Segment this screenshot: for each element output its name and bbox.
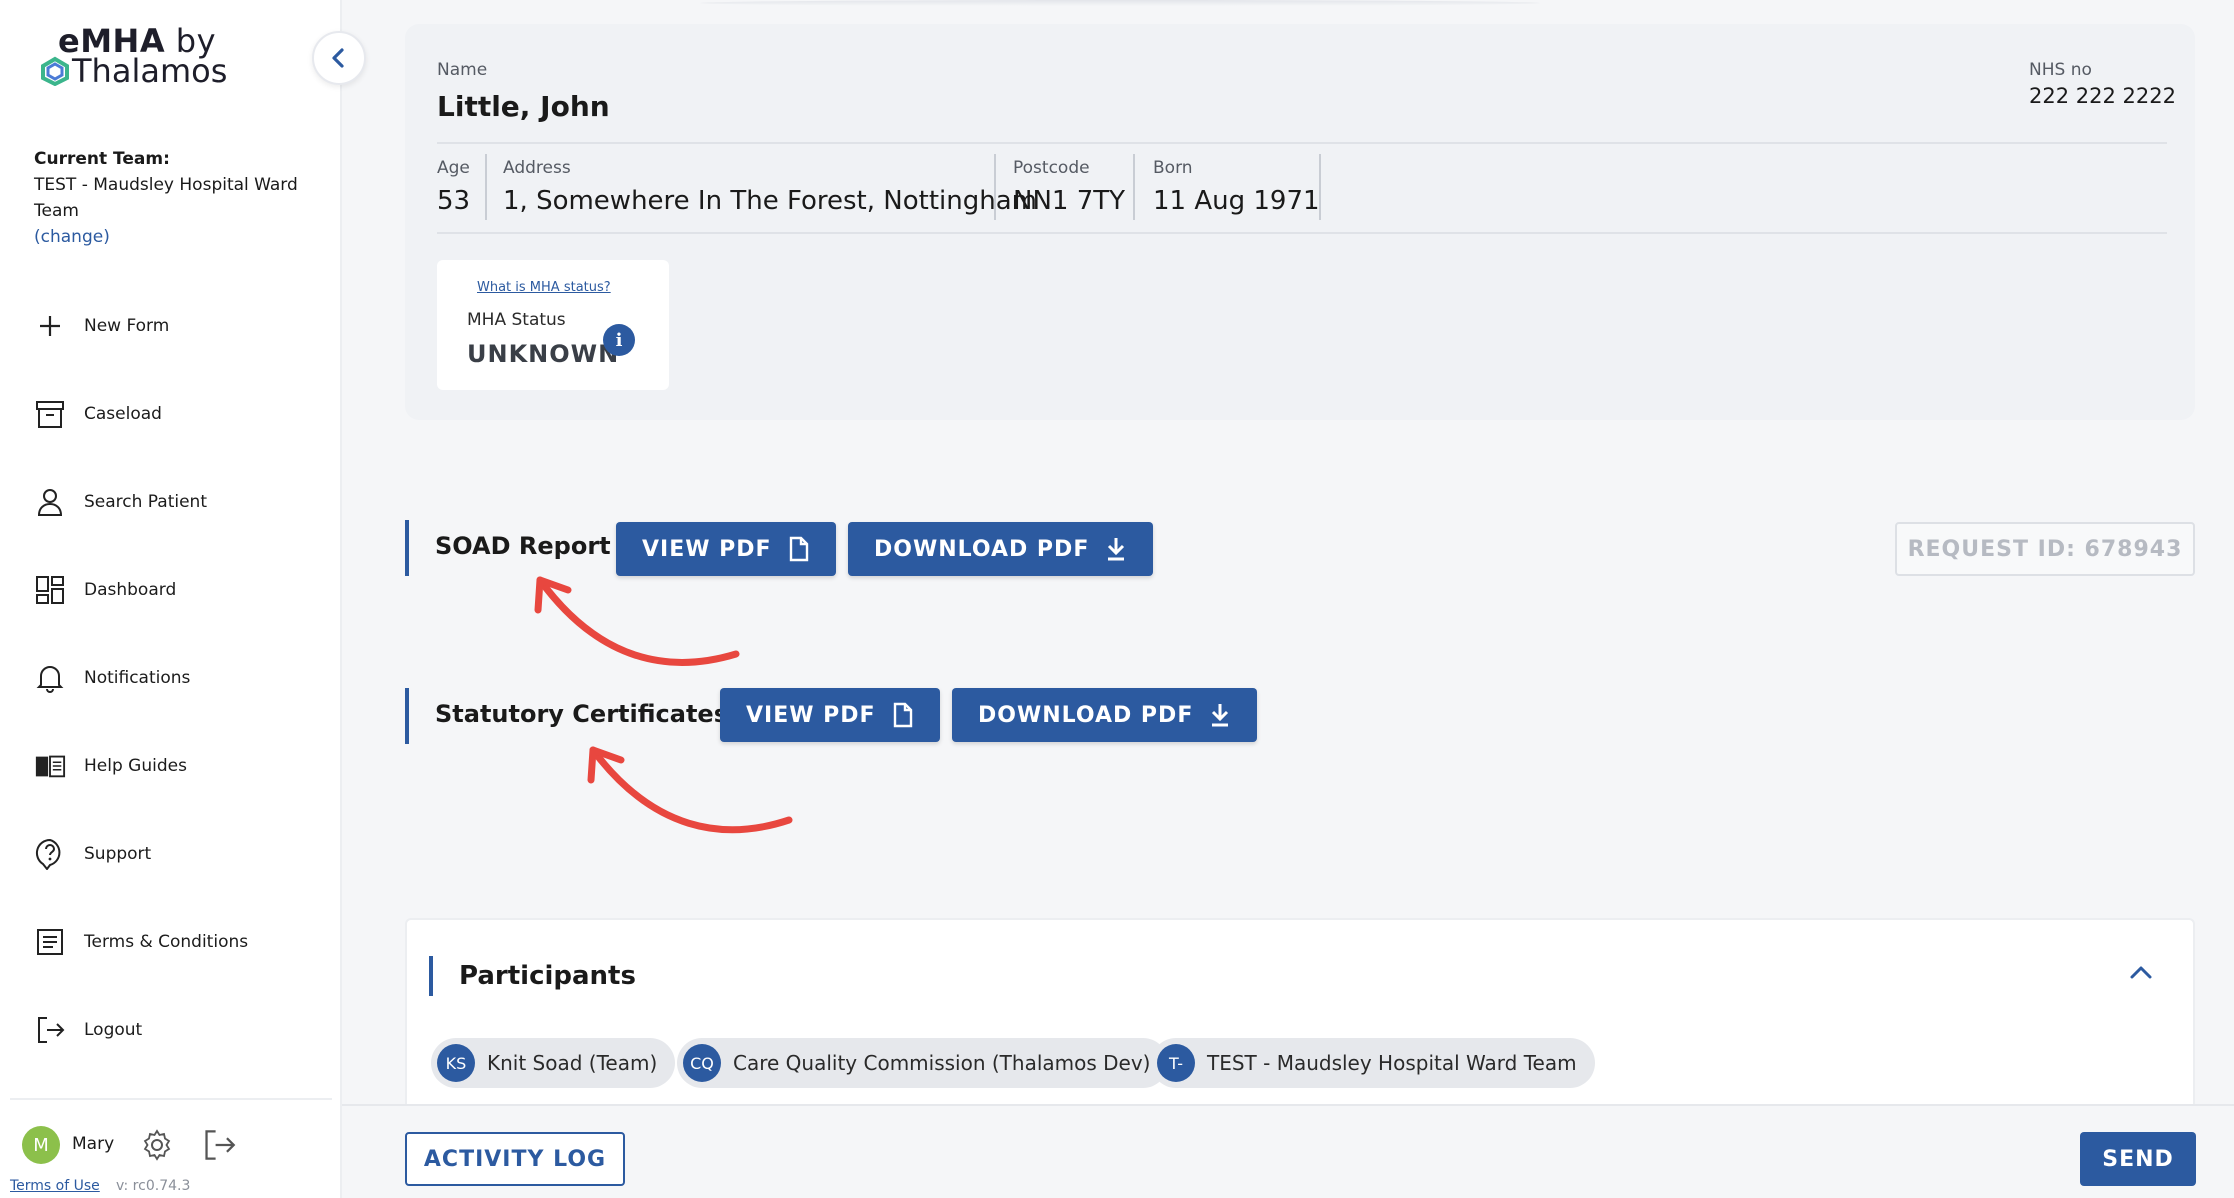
mha-status-value: UNKNOWN bbox=[467, 340, 620, 368]
address-value: 1, Somewhere In The Forest, Nottingham bbox=[503, 186, 1037, 216]
dashboard-grid-icon bbox=[34, 574, 66, 606]
participant-chip[interactable]: KS Knit Soad (Team) bbox=[431, 1038, 676, 1088]
separator bbox=[485, 154, 487, 220]
age-value: 53 bbox=[437, 186, 471, 216]
soad-report-title: SOAD Report bbox=[435, 532, 611, 560]
participant-initials: CQ bbox=[683, 1044, 721, 1082]
nav-help-guides[interactable]: Help Guides bbox=[34, 744, 187, 788]
divider bbox=[437, 232, 2167, 234]
chevron-up-icon[interactable] bbox=[2129, 964, 2153, 984]
postcode-label: Postcode bbox=[1013, 158, 1090, 178]
separator bbox=[994, 154, 996, 220]
nav-support[interactable]: Support bbox=[34, 832, 151, 876]
participant-initials: T- bbox=[1157, 1044, 1195, 1082]
terms-of-use-link[interactable]: Terms of Use bbox=[10, 1178, 100, 1194]
nav-new-form[interactable]: New Form bbox=[34, 304, 169, 348]
age-label: Age bbox=[437, 158, 470, 178]
document-icon bbox=[893, 702, 912, 728]
soad-report-row: SOAD Report bbox=[405, 520, 611, 576]
participant-initials: KS bbox=[437, 1044, 475, 1082]
nav-terms-conditions[interactable]: Terms & Conditions bbox=[34, 920, 248, 964]
participant-chip[interactable]: T- TEST - Maudsley Hospital Ward Team bbox=[1151, 1038, 1595, 1088]
nhs-number: 222 222 2222 bbox=[2029, 84, 2176, 108]
what-is-mha-status-link[interactable]: What is MHA status? bbox=[477, 280, 611, 295]
download-icon bbox=[1212, 704, 1229, 727]
question-bubble-icon bbox=[34, 838, 66, 870]
certs-download-pdf-button[interactable]: DOWNLOAD PDF bbox=[952, 688, 1258, 742]
logout-icon bbox=[34, 1014, 66, 1046]
nav-notifications[interactable]: Notifications bbox=[34, 656, 190, 700]
logout-small-icon[interactable] bbox=[202, 1128, 236, 1166]
avatar[interactable]: M bbox=[22, 1126, 60, 1164]
activity-log-button[interactable]: ACTIVITY LOG bbox=[405, 1132, 625, 1186]
annotation-arrow bbox=[587, 746, 793, 834]
nhs-label: NHS no bbox=[2029, 60, 2092, 80]
request-id-badge: REQUEST ID: 678943 bbox=[1895, 522, 2195, 576]
chevron-left-icon bbox=[332, 48, 344, 68]
born-value: 11 Aug 1971 bbox=[1153, 186, 1320, 216]
info-icon[interactable]: i bbox=[603, 324, 635, 356]
participants-title: Participants bbox=[429, 956, 636, 996]
born-label: Born bbox=[1153, 158, 1193, 178]
patient-name: Little, John bbox=[437, 90, 610, 123]
statutory-certificates-title: Statutory Certificates bbox=[435, 700, 728, 728]
change-team-link[interactable]: (change) bbox=[34, 224, 324, 250]
current-team-name: TEST - Maudsley Hospital Ward Team bbox=[34, 175, 298, 221]
plus-icon bbox=[34, 310, 66, 342]
divider bbox=[437, 142, 2167, 144]
soad-download-pdf-button[interactable]: DOWNLOAD PDF bbox=[848, 522, 1154, 576]
name-label: Name bbox=[437, 60, 488, 80]
address-label: Address bbox=[503, 158, 571, 178]
user-name: Mary bbox=[72, 1134, 115, 1154]
archive-box-icon bbox=[34, 398, 66, 430]
separator bbox=[1133, 154, 1135, 220]
book-icon bbox=[34, 750, 66, 782]
separator bbox=[1319, 154, 1321, 220]
current-team: Current Team: TEST - Maudsley Hospital W… bbox=[34, 146, 324, 250]
document-lines-icon bbox=[34, 926, 66, 958]
gear-icon[interactable] bbox=[140, 1128, 174, 1166]
download-icon bbox=[1108, 538, 1125, 561]
thalamos-logo-icon bbox=[41, 56, 69, 86]
postcode-value: NN1 7TY bbox=[1013, 186, 1126, 216]
nav-caseload[interactable]: Caseload bbox=[34, 392, 162, 436]
current-team-label: Current Team: bbox=[34, 149, 170, 169]
statutory-certificates-row: Statutory Certificates bbox=[405, 688, 728, 744]
top-shadow bbox=[700, 0, 1540, 6]
mha-status-label: MHA Status bbox=[467, 310, 566, 330]
send-button[interactable]: SEND bbox=[2080, 1132, 2196, 1186]
version-label: v: rc0.74.3 bbox=[116, 1178, 191, 1194]
emha-thalamos-logo[interactable]: eMHA by Thalamos bbox=[40, 22, 240, 92]
nav-logout[interactable]: Logout bbox=[34, 1008, 142, 1052]
participant-chip[interactable]: CQ Care Quality Commission (Thalamos Dev… bbox=[677, 1038, 1169, 1088]
nav-search-patient[interactable]: Search Patient bbox=[34, 480, 207, 524]
bell-icon bbox=[34, 662, 66, 694]
annotation-arrow bbox=[534, 576, 740, 666]
sidebar: eMHA by Thalamos Current Team: TEST - Ma… bbox=[0, 0, 342, 1198]
person-icon bbox=[34, 486, 66, 518]
collapse-sidebar-button[interactable] bbox=[312, 31, 366, 85]
bottom-action-bar bbox=[342, 1104, 2234, 1198]
nav-dashboard[interactable]: Dashboard bbox=[34, 568, 176, 612]
patient-card: Name Little, John NHS no 222 222 2222 Ag… bbox=[405, 24, 2195, 420]
document-icon bbox=[789, 536, 808, 562]
sidebar-footer: M Mary Terms of Use v: rc0.74.3 bbox=[10, 1098, 332, 1198]
